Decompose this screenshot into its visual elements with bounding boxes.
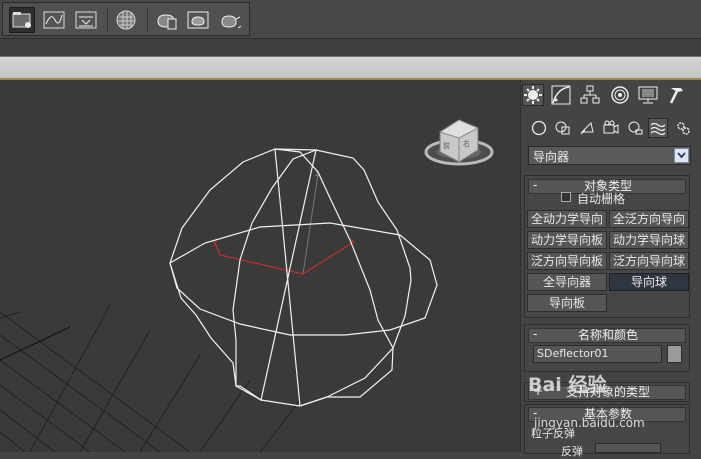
viewcube[interactable]: 前 右: [424, 119, 494, 166]
autogrid-checkbox[interactable]: [561, 192, 571, 202]
render-setup-button[interactable]: [153, 7, 179, 33]
dope-sheet-button[interactable]: [73, 7, 99, 33]
pomniflector-all-button[interactable]: 全泛方向导向: [609, 210, 689, 228]
category-lights[interactable]: [577, 118, 597, 138]
dope-sheet-icon: [75, 11, 97, 29]
systems-gear-icon: [677, 122, 690, 135]
tab-create[interactable]: [522, 84, 544, 106]
secondary-toolbar: [0, 38, 701, 57]
pomniflector-button[interactable]: 泛方向导向板: [527, 252, 607, 270]
object-type-rollout: - 对象类型 自动栅格 全动力学导向 全泛方向导向 动力学导向板 动力学导向球 …: [524, 175, 690, 318]
watermark-logo: Bai 经验: [528, 374, 607, 396]
light-icon: [580, 122, 594, 135]
category-systems[interactable]: [673, 118, 693, 138]
category-space-warps[interactable]: [648, 118, 668, 138]
rollout-title: 名称和颜色: [577, 328, 638, 342]
curve-editor-button[interactable]: [41, 7, 67, 33]
render-toolbar-group: [2, 2, 250, 36]
viewcube-label-side: 右: [463, 139, 470, 148]
helper-tape-icon: [628, 121, 643, 135]
scene-explorer-button[interactable]: [9, 7, 35, 33]
perspective-viewport[interactable]: z y x 前 右: [0, 80, 520, 452]
render-setup-icon: [157, 14, 177, 30]
object-name-field[interactable]: SDeflector01: [533, 345, 662, 363]
curve-editor-icon: [43, 11, 65, 29]
tab-hierarchy[interactable]: [579, 84, 601, 106]
deflector-button[interactable]: 导向板: [527, 294, 607, 312]
hammer-icon: [669, 88, 683, 104]
category-shapes[interactable]: [553, 118, 573, 138]
bounce-field-label: 反弹: [561, 445, 583, 458]
grid-axis-line: [0, 326, 71, 361]
dropdown-value: 导向器: [533, 150, 570, 164]
material-editor-icon: [116, 10, 136, 30]
chevron-down-icon: [677, 152, 686, 159]
sphere-geometry-icon: [531, 120, 547, 136]
shapes-icon: [555, 121, 570, 135]
name-and-color-header[interactable]: - 名称和颜色: [528, 327, 686, 343]
object-color-swatch[interactable]: [667, 345, 682, 363]
render-button[interactable]: [217, 7, 243, 33]
viewport-canvas: z y x 前 右: [0, 119, 494, 452]
camera-icon: [603, 120, 619, 134]
tab-motion[interactable]: [609, 84, 631, 106]
deflector-sphere-gizmo[interactable]: [169, 148, 438, 407]
sdeflector-button[interactable]: 导向球: [609, 273, 689, 291]
category-geometry[interactable]: [529, 118, 549, 138]
viewcube-label: 前: [443, 141, 450, 150]
viewport-title-bar: [0, 56, 701, 80]
modify-curve-icon: [551, 85, 571, 105]
scene-explorer-icon: [12, 12, 31, 28]
teapot-render-icon: [221, 15, 242, 29]
name-and-color-rollout: - 名称和颜色 SDeflector01: [524, 324, 690, 372]
xy-axis-tripod: [214, 242, 353, 275]
space-warp-waves-icon: [650, 122, 666, 136]
main-toolbar: [0, 0, 701, 38]
pomnidynaflector-button[interactable]: 全动力学导向: [527, 210, 607, 228]
autogrid-label: 自动栅格: [577, 192, 626, 206]
create-sun-icon: [524, 86, 542, 104]
category-helpers[interactable]: [625, 118, 645, 138]
space-warp-category-dropdown[interactable]: 导向器: [528, 146, 691, 165]
material-editor-button[interactable]: [113, 7, 139, 33]
y-axis-label: y: [212, 237, 218, 247]
tab-utilities[interactable]: [666, 84, 688, 106]
uomniflector-button[interactable]: 全导向器: [527, 273, 607, 291]
sdynaflector-button[interactable]: 动力学导向球: [609, 231, 689, 249]
category-cameras[interactable]: [601, 118, 621, 138]
rendered-frame-icon: [187, 11, 209, 29]
tab-display[interactable]: [637, 84, 659, 106]
pdynaflector-button[interactable]: 动力学导向板: [527, 231, 607, 249]
dropdown-arrow-button[interactable]: [674, 148, 689, 163]
somniflector-button[interactable]: 泛方向导向球: [609, 252, 689, 270]
rendered-frame-button[interactable]: [185, 7, 211, 33]
watermark-url: jingyan.baidu.com: [534, 416, 645, 430]
motion-icon: [611, 86, 629, 104]
hierarchy-icon: [580, 85, 600, 104]
tab-modify[interactable]: [550, 84, 572, 106]
display-monitor-icon: [638, 86, 658, 104]
